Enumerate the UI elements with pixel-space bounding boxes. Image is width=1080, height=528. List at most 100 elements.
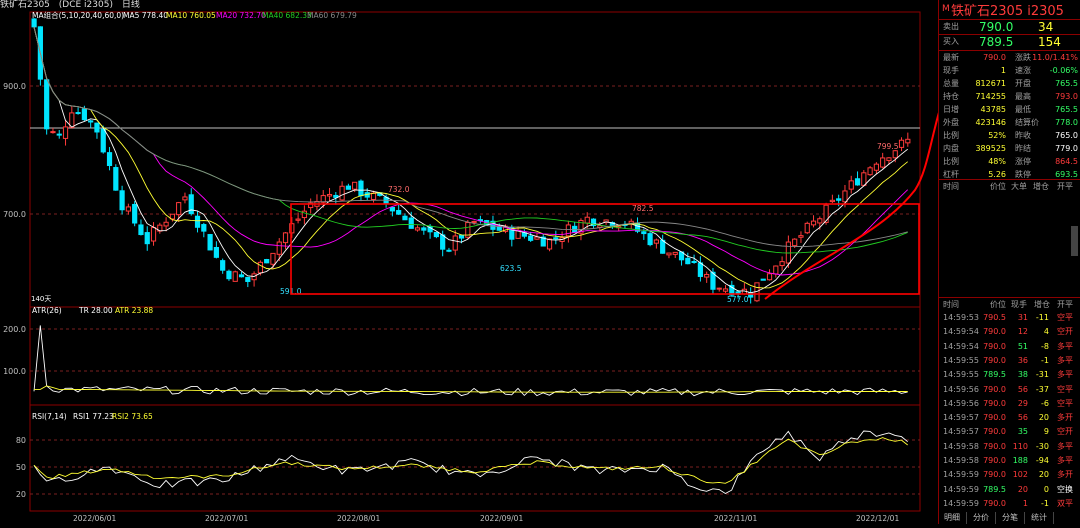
tick-open-close: 空平 <box>1057 313 1073 322</box>
ma60-legend: MA60 679.79 <box>307 11 357 20</box>
candle-body <box>496 226 502 231</box>
stat-row: 内盘 389525 昨结 779.0 <box>939 142 1080 155</box>
candle-body <box>584 216 590 224</box>
quote-title-row: M 铁矿石2305 i2305 <box>939 0 1080 19</box>
candle-body <box>842 190 848 203</box>
chart-area[interactable]: 900.0 700.0 200.0 100.0 80 50 20 MA组合(5,… <box>0 10 971 524</box>
candle-body <box>44 79 50 130</box>
tick-row: 14:59:55 789.5 38 -31 多平 <box>939 368 1080 381</box>
stat-label: 持仓 <box>943 92 959 101</box>
tick-time: 14:59:59 <box>943 484 979 494</box>
tick-volume: 102 <box>1012 470 1028 480</box>
tick-oi-change: -1 <box>1041 355 1049 365</box>
candle-body <box>528 235 534 241</box>
tab-price[interactable]: 分价 <box>967 512 996 524</box>
tick-open-close: 空换 <box>1057 484 1073 494</box>
tick-oi-change: 4 <box>1043 327 1049 337</box>
ma20-line <box>33 26 909 276</box>
tick-oi-change: 20 <box>1038 470 1049 480</box>
stat-label[interactable]: 结算价 <box>1015 116 1039 129</box>
candle-body <box>31 18 37 28</box>
candle-body <box>75 112 81 115</box>
stat-value: 779.0 <box>1055 144 1078 153</box>
tick-price: 790.0 <box>983 341 1006 351</box>
stat-row: 比例 48% 涨停 864.5 <box>939 155 1080 168</box>
tab-detail[interactable]: 明细 <box>938 512 967 524</box>
candle-body <box>100 128 106 153</box>
candle-body <box>182 196 188 201</box>
tick-oi-change: -30 <box>1035 441 1049 451</box>
candle-body <box>760 278 766 281</box>
candle-body <box>257 261 263 274</box>
tab-tick[interactable]: 分笔 <box>996 512 1025 524</box>
candle-body <box>339 185 345 201</box>
tick-price: 790.0 <box>983 456 1006 465</box>
stat-label: 总量 <box>943 79 959 88</box>
tick-open-close: 双平 <box>1057 498 1073 508</box>
candle-body <box>691 260 697 263</box>
candle-body <box>396 210 402 215</box>
tick-oi-change: -94 <box>1035 456 1049 465</box>
tick-oi-change: -11 <box>1035 313 1049 322</box>
tick-open-close: 多开 <box>1057 413 1073 423</box>
candle-body <box>905 138 911 144</box>
sell-row[interactable]: 卖出 790.0 34 <box>939 19 1080 34</box>
header-price: 价位 <box>990 182 1006 191</box>
sell-volume: 34 <box>1038 20 1054 34</box>
candle-body <box>792 238 798 247</box>
ma40-legend: MA40 682.33 <box>262 11 312 20</box>
candle-body <box>421 227 427 231</box>
stat-label: 比例 <box>943 131 959 140</box>
annotation-low-3: 577.0 <box>727 295 749 304</box>
buy-row[interactable]: 买入 789.5 154 <box>939 34 1080 49</box>
stat-value: 765.0 <box>1055 131 1078 140</box>
candle-body <box>779 261 785 267</box>
candle-body <box>433 231 439 238</box>
ma-lines <box>33 26 909 294</box>
stat-label: 最新 <box>943 53 959 62</box>
atr-label[interactable]: ATR(26) <box>32 306 62 315</box>
candle-body <box>817 218 823 224</box>
ma-indicator-label[interactable]: MA组合(5,10,20,40,60,0) <box>32 10 124 20</box>
side-scroll-handle[interactable] <box>1071 226 1078 256</box>
tick-open-close: 多平 <box>1057 370 1073 380</box>
tab-stats[interactable]: 统计 <box>1025 512 1054 524</box>
tick-price: 790.0 <box>983 398 1006 408</box>
stat-label: 最高 <box>1015 92 1031 101</box>
tick-row: 14:59:59 789.5 20 0 空换 <box>939 483 1080 496</box>
rsi1-legend: RSI1 77.23 <box>73 412 114 421</box>
stat-value: 423146 <box>975 118 1006 127</box>
ma40-line <box>33 26 908 254</box>
rsi-label[interactable]: RSI(7,14) <box>32 412 67 421</box>
candle-body <box>836 198 842 201</box>
tick-price: 790.0 <box>983 327 1006 337</box>
candle-body <box>867 167 873 176</box>
tick-price: 789.5 <box>983 370 1006 380</box>
candle-body <box>666 252 672 256</box>
quote-panel: M 铁矿石2305 i2305 卖出 790.0 34 买入 789.5 154… <box>938 0 1080 524</box>
buy-price: 789.5 <box>979 35 1014 49</box>
tick-volume: 56 <box>1017 413 1028 423</box>
stat-value: 812671 <box>975 79 1006 88</box>
stat-value: 714255 <box>975 92 1006 101</box>
candle-body <box>452 235 458 251</box>
candle-body <box>238 274 245 278</box>
ma10-legend: MA10 760.05 <box>166 11 216 20</box>
candle-body <box>56 133 62 136</box>
market-icon[interactable]: M <box>942 0 950 18</box>
stat-label: 速涨 <box>1015 66 1031 75</box>
candle-body <box>829 199 835 203</box>
annotation-high-2: 782.5 <box>632 204 654 213</box>
period-selector[interactable]: 日线 <box>122 0 140 10</box>
kline-chart[interactable]: 900.0 700.0 200.0 100.0 80 50 20 MA组合(5,… <box>0 10 971 524</box>
candle-body <box>446 249 452 252</box>
candle-body <box>113 167 119 191</box>
tick-time: 14:59:59 <box>943 498 979 508</box>
tick-volume: 51 <box>1017 341 1028 351</box>
tick-price: 790.0 <box>983 427 1006 437</box>
rsi-y-tick-20: 20 <box>16 490 26 499</box>
candle-body <box>282 232 289 244</box>
candle-body <box>81 108 87 121</box>
candle-body <box>471 220 477 223</box>
candle-body <box>553 237 559 240</box>
